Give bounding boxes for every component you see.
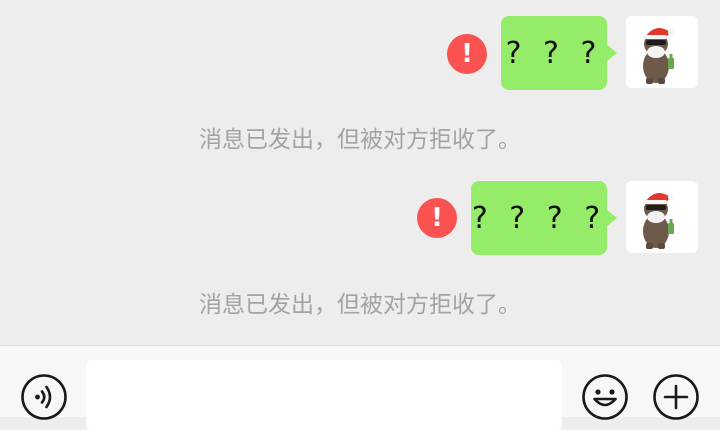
message-input[interactable]	[86, 360, 562, 430]
emoji-icon[interactable]	[581, 373, 629, 421]
system-notice: 消息已发出，但被对方拒收了。	[199, 292, 521, 318]
exclamation-icon: !	[431, 203, 443, 233]
avatar[interactable]	[626, 181, 698, 253]
bear-avatar-icon	[626, 181, 698, 253]
chat-area: ! ? ? ? 消息已发出，但被对方拒收了。 ! ? ? ? ? 消息已发出，但…	[0, 0, 720, 345]
send-failed-icon[interactable]: !	[447, 34, 487, 74]
exclamation-icon: !	[461, 39, 473, 69]
send-failed-icon[interactable]: !	[417, 198, 457, 238]
input-toolbar	[0, 345, 720, 430]
bear-avatar-icon	[626, 16, 698, 88]
system-notice: 消息已发出，但被对方拒收了。	[199, 127, 521, 153]
avatar[interactable]	[626, 16, 698, 88]
message-bubble[interactable]: ? ? ? ?	[471, 181, 617, 255]
message-text: ? ? ? ?	[471, 200, 607, 236]
voice-icon[interactable]	[20, 373, 68, 421]
message-bubble[interactable]: ? ? ?	[501, 16, 617, 90]
plus-icon[interactable]	[652, 373, 700, 421]
message-text: ? ? ?	[505, 35, 603, 71]
